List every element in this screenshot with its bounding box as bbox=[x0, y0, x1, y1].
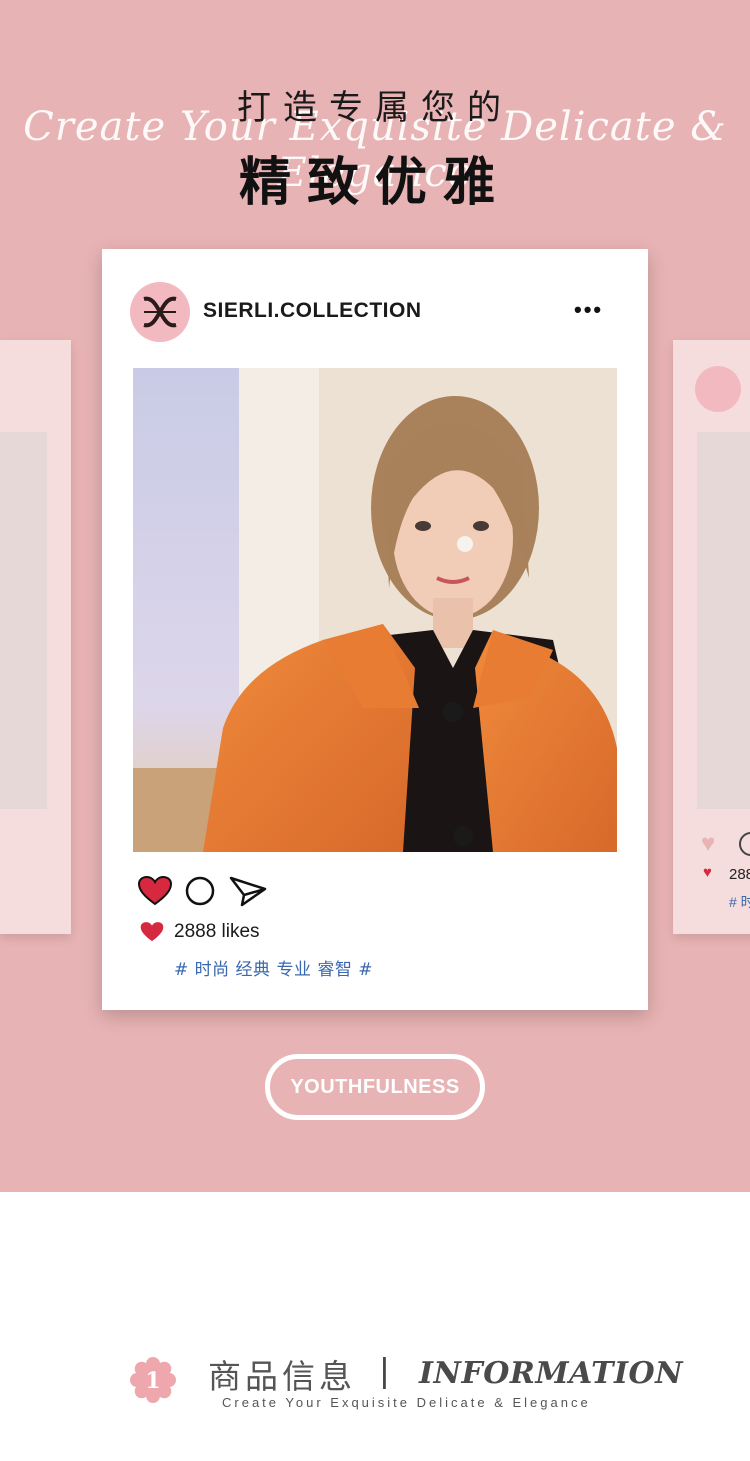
post-actions bbox=[138, 874, 268, 908]
post-photo[interactable] bbox=[133, 368, 617, 852]
avatar[interactable] bbox=[130, 282, 190, 342]
like-heart-icon: ♥ bbox=[703, 864, 712, 881]
comment-icon[interactable] bbox=[184, 875, 216, 907]
side-likes: 288 bbox=[729, 866, 750, 883]
likes-count[interactable]: 2888 likes bbox=[174, 921, 260, 943]
badge-number: 1 bbox=[145, 1368, 160, 1394]
hashtags[interactable]: # 时尚 经典 专业 睿智 # bbox=[174, 955, 373, 980]
info-title-en: INFORMATION bbox=[419, 1356, 684, 1391]
more-options-icon[interactable]: ••• bbox=[574, 297, 603, 323]
side-hashtags: # 时 bbox=[729, 894, 750, 910]
hero-banner: Create Your Exquisite Delicate & Eleganc… bbox=[0, 0, 750, 1192]
likes-row: 2888 likes bbox=[140, 921, 260, 943]
comment-icon[interactable] bbox=[739, 832, 750, 856]
side-avatar bbox=[695, 366, 741, 412]
side-post-left[interactable] bbox=[0, 340, 71, 934]
info-subtitle: Create Your Exquisite Delicate & Eleganc… bbox=[222, 1395, 591, 1410]
youthfulness-label: YOUTHFULNESS bbox=[277, 1065, 473, 1109]
account-name[interactable]: SIERLI.COLLECTION bbox=[203, 299, 422, 323]
info-separator: | bbox=[380, 1352, 389, 1390]
share-icon[interactable] bbox=[228, 875, 268, 907]
post-card: SIERLI.COLLECTION ••• 2888 likes # 时尚 经典… bbox=[102, 249, 648, 1010]
brand-logo-icon bbox=[143, 296, 177, 328]
headline-main: 精致优雅 bbox=[238, 153, 511, 213]
section-header-information: 1 商品信息 | INFORMATION Create Your Exquisi… bbox=[0, 1340, 750, 1420]
heart-icon[interactable]: ♥ bbox=[701, 830, 715, 858]
side-post-photo bbox=[697, 432, 750, 809]
youthfulness-button[interactable]: YOUTHFULNESS bbox=[265, 1054, 485, 1120]
like-heart-icon bbox=[140, 922, 164, 942]
info-title-cn: 商品信息 bbox=[208, 1357, 356, 1396]
flower-number-badge: 1 bbox=[130, 1357, 176, 1403]
headline-top: 打造专属您的 bbox=[237, 88, 513, 128]
side-post-right[interactable]: ♥ ♥ 288 # 时 bbox=[673, 340, 750, 934]
heart-icon[interactable] bbox=[138, 876, 172, 906]
side-post-photo bbox=[0, 432, 47, 809]
